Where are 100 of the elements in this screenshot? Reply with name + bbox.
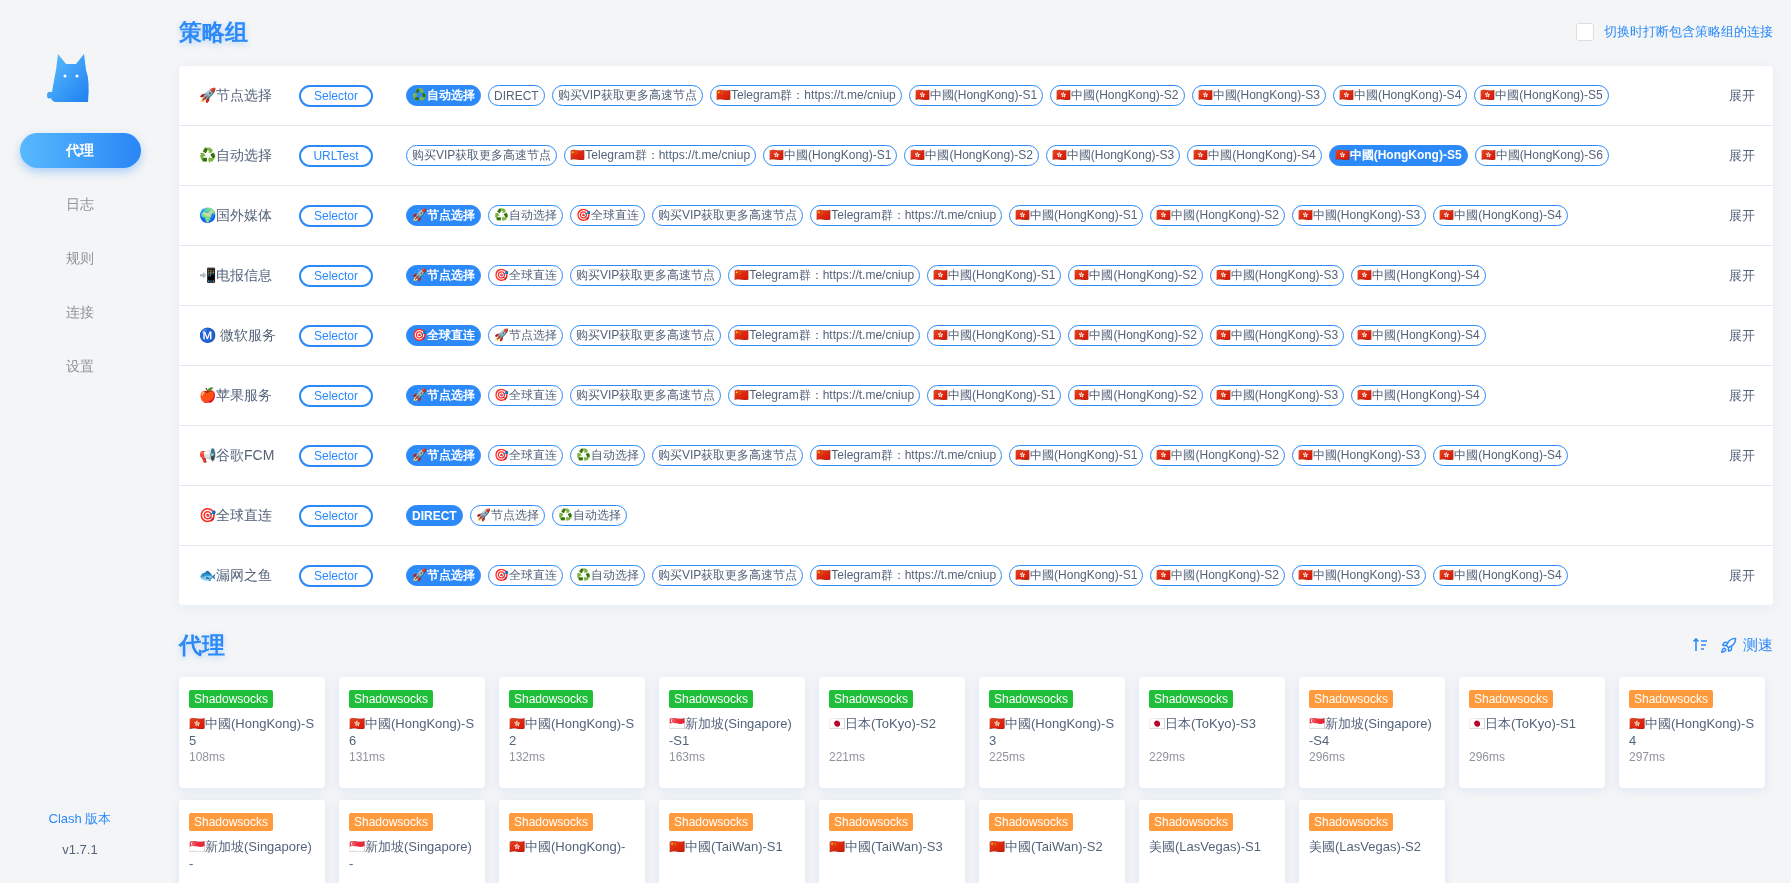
proxy-chip[interactable]: 🎯全球直连 (406, 325, 481, 346)
proxy-chip[interactable]: 🇭🇰中國(HongKong)-S3 (1209, 385, 1345, 406)
proxy-chip[interactable]: 🇭🇰中國(HongKong)-S2 (1068, 325, 1203, 346)
expand-link[interactable]: 展开 (1715, 386, 1755, 405)
proxy-card[interactable]: Shadowsocks 美國(LasVegas)-S2 (1299, 800, 1445, 883)
proxy-chip[interactable]: 🇭🇰中國(HongKong)-S3 (1045, 145, 1181, 166)
proxy-chip[interactable]: 🇨🇳Telegram群：https://t.me/cniup (728, 385, 921, 406)
proxy-chip[interactable]: DIRECT (406, 505, 463, 526)
proxy-chip[interactable]: 🇭🇰中國(HongKong)-S1 (1009, 445, 1144, 466)
proxy-chip[interactable]: 🇨🇳Telegram群：https://t.me/cniup (810, 445, 1003, 466)
expand-link[interactable]: 展开 (1715, 326, 1755, 345)
proxy-card[interactable]: Shadowsocks 🇭🇰中國(HongKong)-S5 108ms (179, 677, 325, 788)
proxy-chip[interactable]: 🎯全球直连 (570, 205, 645, 226)
proxy-card[interactable]: Shadowsocks 🇯🇵日本(ToKyo)-S1 296ms (1459, 677, 1605, 788)
proxy-chip[interactable]: 🇭🇰中國(HongKong)-S2 (1150, 205, 1285, 226)
proxy-chip[interactable]: ♻自动选择 (406, 85, 481, 106)
proxy-card[interactable]: Shadowsocks 美國(LasVegas)-S1 (1139, 800, 1285, 883)
proxy-chip[interactable]: 🎯全球直连 (488, 445, 563, 466)
proxy-chip[interactable]: 🇨🇳Telegram群：https://t.me/cniup (564, 145, 757, 166)
proxy-card[interactable]: Shadowsocks 🇭🇰中國(HongKong)-S3 225ms (979, 677, 1125, 788)
proxy-chip[interactable]: 🇨🇳Telegram群：https://t.me/cniup (710, 85, 902, 106)
proxy-chip[interactable]: 🇭🇰中國(HongKong)-S2 (904, 145, 1039, 166)
proxy-chip[interactable]: 购买VIP获取更多高速节点 (406, 145, 558, 166)
proxy-chip[interactable]: 🇭🇰中國(HongKong)-S4 (1351, 265, 1486, 286)
proxy-card[interactable]: Shadowsocks 🇸🇬新加坡(Singapore)-S4 296ms (1299, 677, 1445, 788)
proxy-chip[interactable]: 🎯全球直连 (488, 565, 563, 586)
proxy-chip[interactable]: 🇨🇳Telegram群：https://t.me/cniup (810, 205, 1003, 226)
proxy-chip[interactable]: 🇭🇰中國(HongKong)-S2 (1050, 85, 1185, 106)
proxy-chip[interactable]: 🇭🇰中國(HongKong)-S1 (927, 385, 1062, 406)
proxy-card[interactable]: Shadowsocks 🇸🇬新加坡(Singapore)-S1 163ms (659, 677, 805, 788)
expand-link[interactable]: 展开 (1715, 86, 1755, 105)
proxy-chip[interactable]: ♻自动选择 (570, 445, 645, 466)
proxy-chip[interactable]: ♻自动选择 (551, 505, 627, 526)
proxy-chip[interactable]: 🇭🇰中國(HongKong)-S4 (1433, 565, 1568, 586)
sort-icon[interactable] (1692, 637, 1708, 653)
proxy-card[interactable]: Shadowsocks 🇨🇳中國(TaiWan)-S2 (979, 800, 1125, 883)
proxy-chip[interactable]: 购买VIP获取更多高速节点 (652, 565, 804, 586)
expand-link[interactable]: 展开 (1715, 206, 1755, 225)
proxy-chip[interactable]: 🇭🇰中國(HongKong)-S4 (1433, 205, 1568, 226)
proxy-chip[interactable]: 🇨🇳Telegram群：https://t.me/cniup (810, 565, 1003, 586)
proxy-chip[interactable]: 🇭🇰中國(HongKong)-S3 (1209, 265, 1345, 286)
proxy-card[interactable]: Shadowsocks 🇯🇵日本(ToKyo)-S3 229ms (1139, 677, 1285, 788)
proxy-card[interactable]: Shadowsocks 🇭🇰中國(HongKong)-S6 131ms (339, 677, 485, 788)
proxy-chip[interactable]: 🇭🇰中國(HongKong)-S1 (763, 145, 898, 166)
proxy-chip[interactable]: 🇭🇰中國(HongKong)-S2 (1068, 385, 1203, 406)
proxy-chip[interactable]: 🇭🇰中國(HongKong)-S2 (1068, 265, 1203, 286)
speed-test-button[interactable]: 测速 (1720, 635, 1773, 655)
proxy-card[interactable]: Shadowsocks 🇸🇬新加坡(Singapore)- (339, 800, 485, 883)
proxy-chip[interactable]: 🇭🇰中國(HongKong)-S1 (927, 265, 1062, 286)
proxy-chip[interactable]: 购买VIP获取更多高速节点 (570, 325, 722, 346)
proxy-chip[interactable]: 🇭🇰中國(HongKong)-S2 (1150, 445, 1285, 466)
proxy-chip[interactable]: 🇭🇰中國(HongKong)-S2 (1150, 565, 1285, 586)
proxy-chip[interactable]: 购买VIP获取更多高速节点 (551, 85, 703, 106)
proxy-chip[interactable]: 🇭🇰中國(HongKong)-S4 (1332, 85, 1468, 106)
proxy-chip[interactable]: 🇭🇰中國(HongKong)-S4 (1433, 445, 1568, 466)
proxy-chip[interactable]: 🇨🇳Telegram群：https://t.me/cniup (728, 265, 921, 286)
proxy-chip[interactable]: 🇭🇰中國(HongKong)-S1 (927, 325, 1062, 346)
expand-link[interactable]: 展开 (1715, 566, 1755, 585)
proxy-chip[interactable]: 🇭🇰中國(HongKong)-S1 (908, 85, 1044, 106)
proxy-chip[interactable]: 🇭🇰中國(HongKong)-S1 (1009, 565, 1144, 586)
proxy-chip[interactable]: DIRECT (488, 85, 545, 106)
proxy-chip[interactable]: 购买VIP获取更多高速节点 (570, 385, 722, 406)
proxy-chip[interactable]: 🇭🇰中國(HongKong)-S3 (1209, 325, 1345, 346)
proxy-chip[interactable]: 购买VIP获取更多高速节点 (652, 205, 804, 226)
proxy-card[interactable]: Shadowsocks 🇭🇰中國(HongKong)-S2 132ms (499, 677, 645, 788)
proxy-card[interactable]: Shadowsocks 🇸🇬新加坡(Singapore)- (179, 800, 325, 883)
proxy-chip[interactable]: 购买VIP获取更多高速节点 (652, 445, 804, 466)
proxy-card[interactable]: Shadowsocks 🇯🇵日本(ToKyo)-S2 221ms (819, 677, 965, 788)
proxy-card[interactable]: Shadowsocks 🇭🇰中國(HongKong)-S4 297ms (1619, 677, 1765, 788)
proxy-chip[interactable]: ♻自动选择 (488, 205, 563, 226)
proxy-chip[interactable]: 购买VIP获取更多高速节点 (570, 265, 722, 286)
proxy-chip[interactable]: 🇭🇰中國(HongKong)-S1 (1009, 205, 1144, 226)
proxy-card[interactable]: Shadowsocks 🇭🇰中國(HongKong)- (499, 800, 645, 883)
proxy-card[interactable]: Shadowsocks 🇨🇳中國(TaiWan)-S1 (659, 800, 805, 883)
proxy-card[interactable]: Shadowsocks 🇨🇳中國(TaiWan)-S3 (819, 800, 965, 883)
expand-link[interactable]: 展开 (1715, 146, 1755, 165)
proxy-chip[interactable]: 🇭🇰中國(HongKong)-S3 (1191, 85, 1326, 106)
proxy-chip[interactable]: 🇭🇰中國(HongKong)-S3 (1291, 565, 1427, 586)
proxy-chip[interactable]: 🇭🇰中國(HongKong)-S4 (1187, 145, 1322, 166)
proxy-chip[interactable]: 🚀节点选择 (406, 205, 481, 226)
proxy-chip[interactable]: 🇭🇰中國(HongKong)-S3 (1291, 205, 1427, 226)
proxy-chip[interactable]: 🇨🇳Telegram群：https://t.me/cniup (728, 325, 921, 346)
proxy-chip[interactable]: 🇭🇰中國(HongKong)-S3 (1291, 445, 1427, 466)
proxy-chip[interactable]: 🇭🇰中國(HongKong)-S6 (1474, 145, 1609, 166)
proxy-chip[interactable]: 🎯全球直连 (488, 385, 563, 406)
proxy-chip[interactable]: 🚀节点选择 (406, 265, 481, 286)
proxy-chip[interactable]: 🎯全球直连 (488, 265, 563, 286)
expand-link[interactable]: 展开 (1715, 446, 1755, 465)
proxy-chip[interactable]: 🇭🇰中國(HongKong)-S4 (1351, 385, 1486, 406)
proxy-chip[interactable]: 🇭🇰中國(HongKong)-S4 (1351, 325, 1486, 346)
proxy-chip[interactable]: 🚀节点选择 (406, 565, 481, 586)
checkbox[interactable] (1576, 23, 1594, 41)
proxy-chip[interactable]: 🇭🇰中國(HongKong)-S5 (1328, 145, 1468, 166)
proxy-chip[interactable]: 🇭🇰中國(HongKong)-S5 (1474, 85, 1609, 106)
proxy-chip[interactable]: ♻自动选择 (570, 565, 645, 586)
proxy-chip[interactable]: 🚀节点选择 (488, 325, 563, 346)
expand-link[interactable]: 展开 (1715, 266, 1755, 285)
proxy-chip[interactable]: 🚀节点选择 (406, 385, 481, 406)
proxy-chip[interactable]: 🚀节点选择 (469, 505, 545, 526)
proxy-chip[interactable]: 🚀节点选择 (406, 445, 481, 466)
